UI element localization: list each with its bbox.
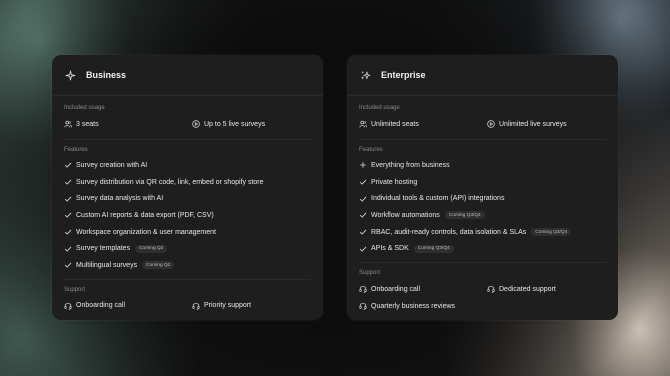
feature-item: APIs & SDK Coming Q3/Q4 [359,240,606,257]
features-label: Features [359,147,383,153]
check-icon [64,261,72,269]
feature-item: Everything from business [359,157,606,174]
coming-soon-badge: Coming Q2 [142,261,175,270]
usage-seats: 3 seats [64,120,192,128]
check-icon [64,211,72,219]
feature-text: Workspace organization & user management [76,228,216,236]
included-usage-label: Included usage [359,105,400,111]
feature-item: Private hosting [359,174,606,191]
support-item: Onboarding call [64,302,192,310]
headset-icon [359,302,367,310]
included-usage-label: Included usage [64,105,105,111]
features-label: Features [64,147,88,153]
check-icon [64,161,72,169]
support-text: Onboarding call [76,302,126,310]
feature-item: Custom AI reports & data export (PDF, CS… [64,207,311,224]
feature-text: Multilingual surveys [76,261,138,269]
check-icon [359,178,367,186]
headset-icon [487,285,495,293]
usage-text: 3 seats [76,120,99,128]
business-plan-card: Business Included usage 3 seats Up to 5 … [52,55,323,320]
feature-text: Survey data analysis with AI [76,195,164,203]
support-item: Dedicated support [487,285,556,293]
feature-text: Individual tools & custom (API) integrat… [371,195,505,203]
plan-title: Business [86,70,127,80]
feature-text: Survey distribution via QR code, link, e… [76,178,264,186]
sparkles-icon [360,70,371,81]
support-text: Onboarding call [371,285,421,293]
feature-item: Survey distribution via QR code, link, e… [64,174,311,191]
plan-title: Enterprise [381,70,426,80]
feature-text: Workflow automations [371,211,440,219]
support-item: Onboarding call [359,285,487,293]
headset-icon [359,285,367,293]
play-circle-icon [192,120,200,128]
enterprise-plan-card: Enterprise Included usage Unlimited seat… [347,55,618,320]
coming-soon-badge: Coming Q2 [135,244,168,253]
check-icon [64,178,72,186]
feature-text: Custom AI reports & data export (PDF, CS… [76,211,214,219]
coming-soon-badge: Coming Q3/Q4 [444,211,485,220]
feature-text: APIs & SDK [371,245,409,253]
users-icon [359,120,367,128]
feature-item: Individual tools & custom (API) integrat… [359,190,606,207]
support-label: Support [64,286,86,293]
coming-soon-badge: Coming Q3/Q4 [413,244,454,253]
check-icon [359,228,367,236]
usage-seats: Unlimited seats [359,120,487,128]
business-plan-header: Business [52,55,323,96]
check-icon [359,195,367,203]
support-item: Priority support [192,302,251,310]
headset-icon [64,302,72,310]
plus-icon [359,161,367,169]
feature-item: Workspace organization & user management [64,224,311,241]
feature-text: RBAC, audit-ready controls, data isolati… [371,228,527,236]
usage-text: Up to 5 live surveys [204,120,266,128]
feature-item: Multilingual surveys Coming Q2 [64,257,311,274]
feature-text: Survey templates [76,245,131,253]
feature-item: RBAC, audit-ready controls, data isolati… [359,224,606,241]
usage-surveys: Unlimited live surveys [487,120,567,128]
headset-icon [192,302,200,310]
usage-text: Unlimited live surveys [499,120,567,128]
play-circle-icon [487,120,495,128]
check-icon [64,245,72,253]
feature-text: Private hosting [371,178,418,186]
sparkle-icon [65,70,76,81]
support-text: Quarterly business reviews [371,302,456,310]
feature-text: Survey creation with AI [76,161,148,169]
usage-text: Unlimited seats [371,120,419,128]
coming-soon-badge: Coming Q3/Q4 [531,228,572,237]
feature-item: Survey templates Coming Q2 [64,240,311,257]
check-icon [359,211,367,219]
support-text: Priority support [204,302,252,310]
support-label: Support [359,270,381,277]
users-icon [64,120,72,128]
feature-item: Survey data analysis with AI [64,190,311,207]
enterprise-plan-header: Enterprise [347,55,618,96]
feature-item: Survey creation with AI [64,157,311,174]
check-icon [64,228,72,236]
support-item: Quarterly business reviews [359,302,455,310]
feature-item: Workflow automations Coming Q3/Q4 [359,207,606,224]
check-icon [359,245,367,253]
usage-surveys: Up to 5 live surveys [192,120,265,128]
support-text: Dedicated support [499,285,556,293]
feature-text: Everything from business [371,161,450,169]
check-icon [64,195,72,203]
